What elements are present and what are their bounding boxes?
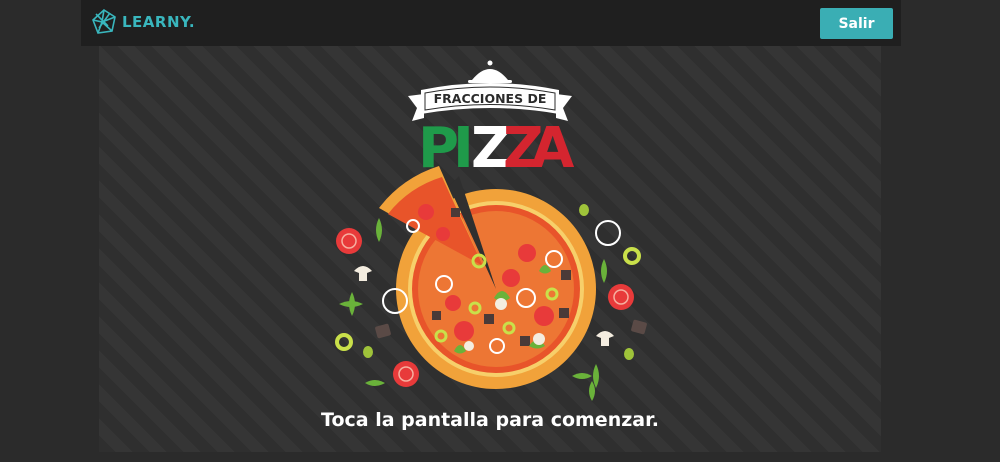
logo-text: LEARNY. bbox=[122, 13, 196, 31]
cloche-icon bbox=[468, 60, 512, 83]
banner-text: FRACCIONES DE bbox=[434, 91, 547, 106]
start-screen[interactable]: FRACCIONES DE P I Z Z A Toca la pantalla… bbox=[99, 46, 881, 452]
pizza-illustration bbox=[379, 166, 596, 389]
title-artwork: FRACCIONES DE P I Z Z A bbox=[335, 60, 647, 401]
learny-logo[interactable]: LEARNY. bbox=[90, 8, 195, 36]
logo-mark-icon bbox=[90, 8, 118, 36]
start-prompt: Toca la pantalla para comenzar. bbox=[321, 409, 659, 431]
title-letter-a: A bbox=[531, 116, 575, 181]
exit-button[interactable]: Salir bbox=[820, 8, 893, 39]
pizza-title: P I Z Z A bbox=[418, 116, 575, 181]
top-bar: LEARNY. Salir bbox=[81, 0, 901, 46]
